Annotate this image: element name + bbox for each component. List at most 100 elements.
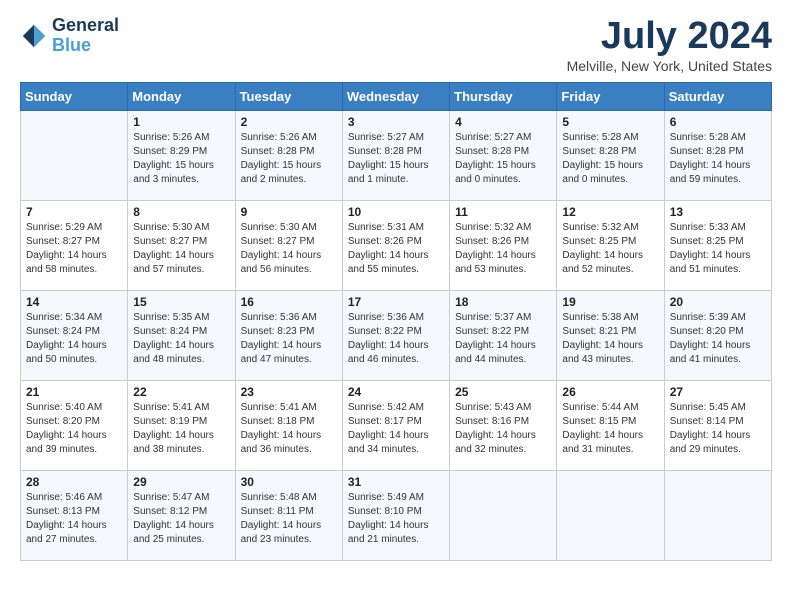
day-number: 26 (562, 385, 658, 399)
day-number: 16 (241, 295, 337, 309)
day-info: Sunrise: 5:49 AMSunset: 8:10 PMDaylight:… (348, 491, 444, 547)
day-info: Sunrise: 5:47 AMSunset: 8:12 PMDaylight:… (133, 491, 229, 547)
day-number: 1 (133, 115, 229, 129)
calendar-week-row: 7 Sunrise: 5:29 AMSunset: 8:27 PMDaylight… (21, 200, 772, 290)
day-number: 30 (241, 475, 337, 489)
day-number: 24 (348, 385, 444, 399)
day-number: 17 (348, 295, 444, 309)
day-info: Sunrise: 5:27 AMSunset: 8:28 PMDaylight:… (455, 131, 551, 187)
calendar-cell: 31 Sunrise: 5:49 AMSunset: 8:10 PMDayligh… (342, 470, 449, 560)
header-thursday: Thursday (450, 82, 557, 110)
header-saturday: Saturday (664, 82, 771, 110)
day-info: Sunrise: 5:36 AMSunset: 8:22 PMDaylight:… (348, 311, 444, 367)
calendar-cell: 29 Sunrise: 5:47 AMSunset: 8:12 PMDayligh… (128, 470, 235, 560)
calendar-cell: 20Sunrise: 5:39 AMSunset: 8:20 PMDayligh… (664, 290, 771, 380)
day-number: 21 (26, 385, 122, 399)
day-info: Sunrise: 5:26 AMSunset: 8:29 PMDaylight:… (133, 131, 229, 187)
day-number: 7 (26, 205, 122, 219)
day-number: 11 (455, 205, 551, 219)
header-tuesday: Tuesday (235, 82, 342, 110)
day-info: Sunrise: 5:42 AMSunset: 8:17 PMDaylight:… (348, 401, 444, 457)
day-number: 12 (562, 205, 658, 219)
month-title: July 2024 (567, 16, 772, 58)
calendar-cell: 3Sunrise: 5:27 AMSunset: 8:28 PMDaylight… (342, 110, 449, 200)
calendar-cell: 9 Sunrise: 5:30 AMSunset: 8:27 PMDaylight… (235, 200, 342, 290)
day-info: Sunrise: 5:44 AMSunset: 8:15 PMDaylight:… (562, 401, 658, 457)
day-number: 27 (670, 385, 766, 399)
day-number: 6 (670, 115, 766, 129)
calendar-cell: 14Sunrise: 5:34 AMSunset: 8:24 PMDayligh… (21, 290, 128, 380)
calendar-header-row: SundayMondayTuesdayWednesdayThursdayFrid… (21, 82, 772, 110)
day-info: Sunrise: 5:43 AMSunset: 8:16 PMDaylight:… (455, 401, 551, 457)
day-info: Sunrise: 5:29 AMSunset: 8:27 PMDaylight:… (26, 221, 122, 277)
header-friday: Friday (557, 82, 664, 110)
day-info: Sunrise: 5:40 AMSunset: 8:20 PMDaylight:… (26, 401, 122, 457)
day-info: Sunrise: 5:48 AMSunset: 8:11 PMDaylight:… (241, 491, 337, 547)
day-info: Sunrise: 5:45 AMSunset: 8:14 PMDaylight:… (670, 401, 766, 457)
calendar-cell: 22Sunrise: 5:41 AMSunset: 8:19 PMDayligh… (128, 380, 235, 470)
day-number: 19 (562, 295, 658, 309)
calendar-cell: 12 Sunrise: 5:32 AMSunset: 8:25 PMDayligh… (557, 200, 664, 290)
calendar-cell: 18Sunrise: 5:37 AMSunset: 8:22 PMDayligh… (450, 290, 557, 380)
logo-text: General Blue (52, 16, 119, 56)
day-info: Sunrise: 5:36 AMSunset: 8:23 PMDaylight:… (241, 311, 337, 367)
calendar-cell: 24 Sunrise: 5:42 AMSunset: 8:17 PMDayligh… (342, 380, 449, 470)
calendar-cell: 19 Sunrise: 5:38 AMSunset: 8:21 PMDayligh… (557, 290, 664, 380)
day-number: 31 (348, 475, 444, 489)
calendar-cell: 30 Sunrise: 5:48 AMSunset: 8:11 PMDayligh… (235, 470, 342, 560)
page-header: General Blue July 2024 Melville, New Yor… (20, 16, 772, 74)
day-info: Sunrise: 5:30 AMSunset: 8:27 PMDaylight:… (133, 221, 229, 277)
day-number: 2 (241, 115, 337, 129)
day-info: Sunrise: 5:32 AMSunset: 8:26 PMDaylight:… (455, 221, 551, 277)
day-info: Sunrise: 5:33 AMSunset: 8:25 PMDaylight:… (670, 221, 766, 277)
calendar-week-row: 21 Sunrise: 5:40 AMSunset: 8:20 PMDayligh… (21, 380, 772, 470)
day-number: 10 (348, 205, 444, 219)
day-number: 13 (670, 205, 766, 219)
header-monday: Monday (128, 82, 235, 110)
location: Melville, New York, United States (567, 58, 772, 74)
calendar-week-row: 1 Sunrise: 5:26 AMSunset: 8:29 PMDaylight… (21, 110, 772, 200)
day-number: 28 (26, 475, 122, 489)
logo: General Blue (20, 16, 119, 56)
day-info: Sunrise: 5:28 AMSunset: 8:28 PMDaylight:… (670, 131, 766, 187)
calendar-week-row: 14Sunrise: 5:34 AMSunset: 8:24 PMDayligh… (21, 290, 772, 380)
calendar-cell: 25 Sunrise: 5:43 AMSunset: 8:16 PMDayligh… (450, 380, 557, 470)
day-info: Sunrise: 5:27 AMSunset: 8:28 PMDaylight:… (348, 131, 444, 187)
day-number: 25 (455, 385, 551, 399)
day-number: 5 (562, 115, 658, 129)
day-info: Sunrise: 5:30 AMSunset: 8:27 PMDaylight:… (241, 221, 337, 277)
calendar-cell: 1 Sunrise: 5:26 AMSunset: 8:29 PMDaylight… (128, 110, 235, 200)
day-number: 4 (455, 115, 551, 129)
day-info: Sunrise: 5:32 AMSunset: 8:25 PMDaylight:… (562, 221, 658, 277)
title-block: July 2024 Melville, New York, United Sta… (567, 16, 772, 74)
day-number: 14 (26, 295, 122, 309)
day-number: 18 (455, 295, 551, 309)
calendar-cell (557, 470, 664, 560)
calendar-cell: 23Sunrise: 5:41 AMSunset: 8:18 PMDayligh… (235, 380, 342, 470)
day-number: 15 (133, 295, 229, 309)
calendar-cell: 2Sunrise: 5:26 AMSunset: 8:28 PMDaylight… (235, 110, 342, 200)
day-info: Sunrise: 5:31 AMSunset: 8:26 PMDaylight:… (348, 221, 444, 277)
day-info: Sunrise: 5:41 AMSunset: 8:19 PMDaylight:… (133, 401, 229, 457)
calendar-cell: 21 Sunrise: 5:40 AMSunset: 8:20 PMDayligh… (21, 380, 128, 470)
calendar-cell: 26 Sunrise: 5:44 AMSunset: 8:15 PMDayligh… (557, 380, 664, 470)
calendar-cell: 6 Sunrise: 5:28 AMSunset: 8:28 PMDaylight… (664, 110, 771, 200)
calendar-cell: 28 Sunrise: 5:46 AMSunset: 8:13 PMDayligh… (21, 470, 128, 560)
logo-icon (20, 22, 48, 50)
day-number: 29 (133, 475, 229, 489)
day-number: 20 (670, 295, 766, 309)
calendar-table: SundayMondayTuesdayWednesdayThursdayFrid… (20, 82, 772, 561)
calendar-cell: 15 Sunrise: 5:35 AMSunset: 8:24 PMDayligh… (128, 290, 235, 380)
calendar-cell: 5Sunrise: 5:28 AMSunset: 8:28 PMDaylight… (557, 110, 664, 200)
calendar-cell: 8 Sunrise: 5:30 AMSunset: 8:27 PMDaylight… (128, 200, 235, 290)
calendar-cell: 16 Sunrise: 5:36 AMSunset: 8:23 PMDayligh… (235, 290, 342, 380)
calendar-cell (21, 110, 128, 200)
day-number: 8 (133, 205, 229, 219)
day-info: Sunrise: 5:35 AMSunset: 8:24 PMDaylight:… (133, 311, 229, 367)
calendar-cell: 7 Sunrise: 5:29 AMSunset: 8:27 PMDaylight… (21, 200, 128, 290)
day-number: 9 (241, 205, 337, 219)
day-info: Sunrise: 5:46 AMSunset: 8:13 PMDaylight:… (26, 491, 122, 547)
calendar-cell (450, 470, 557, 560)
header-wednesday: Wednesday (342, 82, 449, 110)
day-info: Sunrise: 5:38 AMSunset: 8:21 PMDaylight:… (562, 311, 658, 367)
